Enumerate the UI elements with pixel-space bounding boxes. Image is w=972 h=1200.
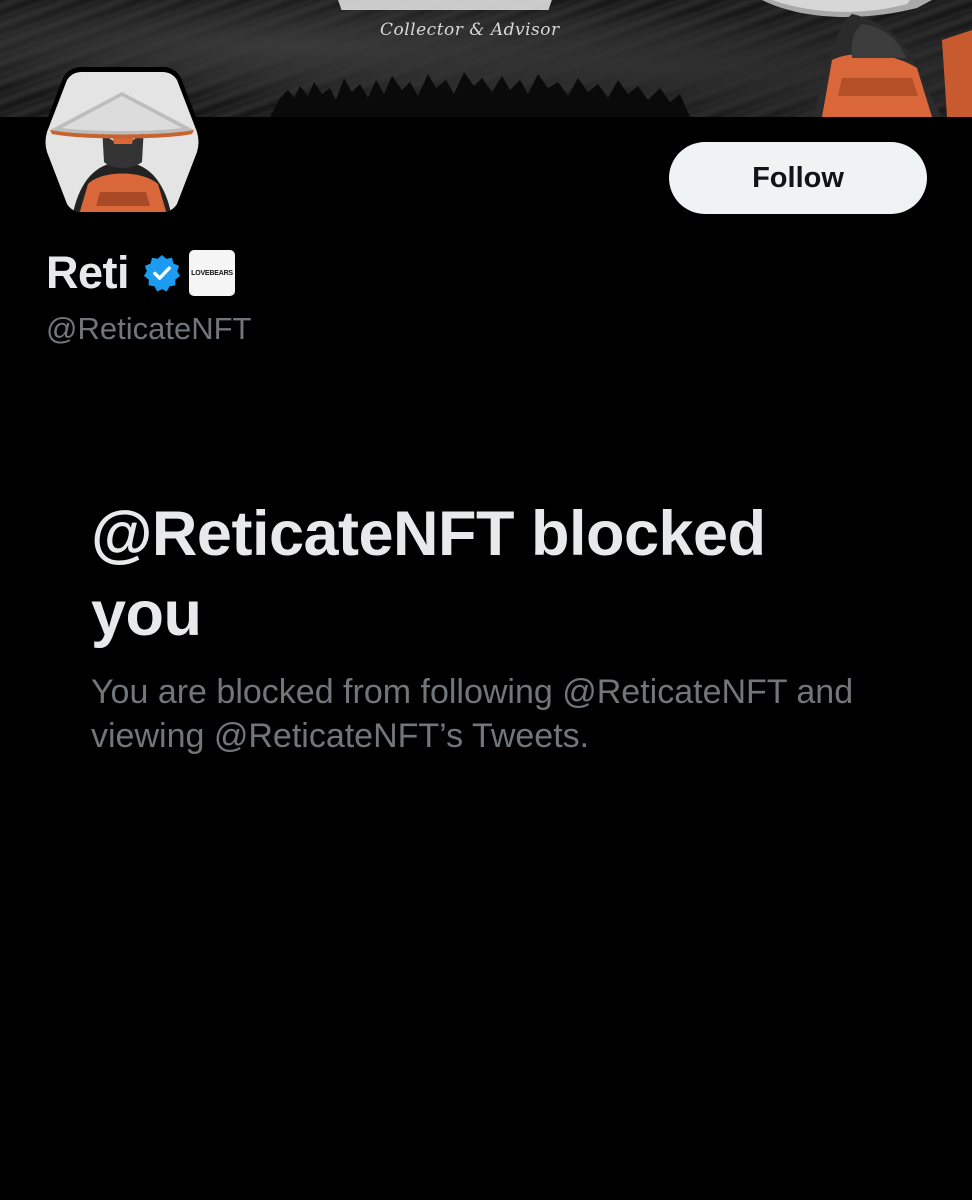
affiliate-badge[interactable]: LOVEBEARS [189,250,236,296]
display-name: Reti [46,247,130,298]
profile-name-row: Reti LOVEBEARS [46,246,236,300]
blocked-description: You are blocked from following @Reticate… [91,673,854,755]
banner-tagline: Collector & Advisor [380,20,560,40]
banner-silhouettes-image [270,72,690,117]
follow-button[interactable]: Follow [669,142,927,214]
banner-character-image [762,0,972,117]
affiliate-badge-label: LOVEBEARS [191,269,233,277]
profile-avatar[interactable] [42,66,202,218]
blocked-title: @ReticateNFT blocked you [91,499,766,649]
profile-handle: @ReticateNFT [46,311,252,346]
verified-badge-icon[interactable] [143,254,181,292]
banner-logo [330,0,560,10]
